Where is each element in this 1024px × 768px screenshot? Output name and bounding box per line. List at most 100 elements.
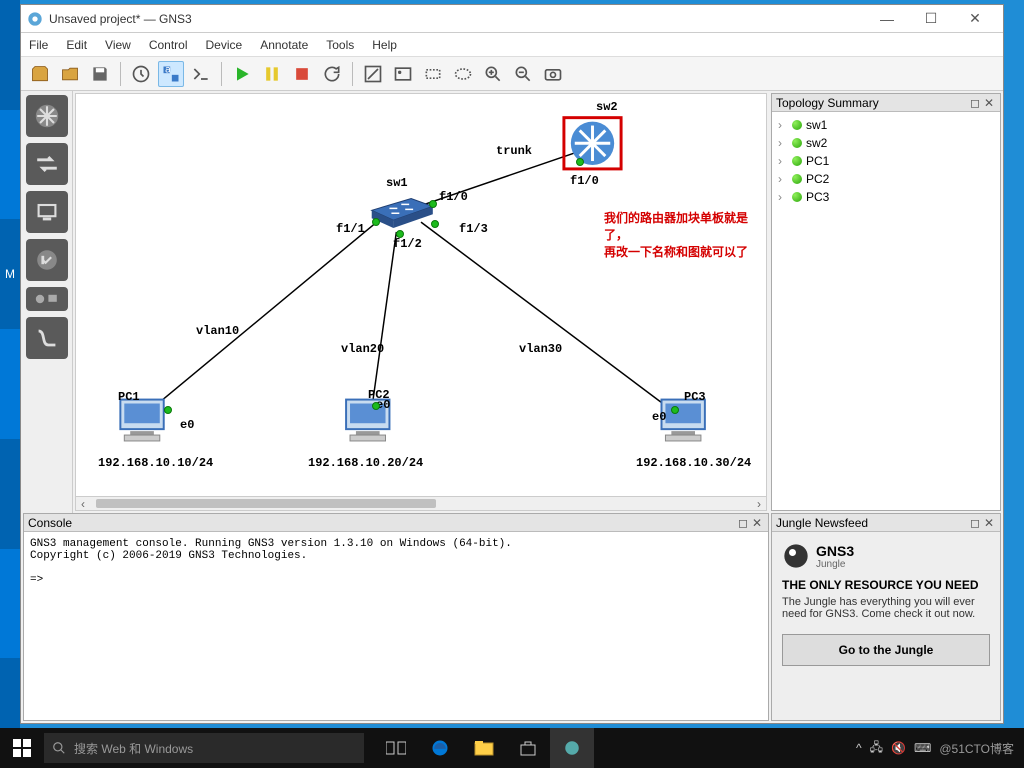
label-trunk: trunk: [496, 144, 532, 158]
tree-item-pc1[interactable]: ›PC1: [776, 152, 996, 170]
canvas-scrollbar-h[interactable]: ‹ ›: [76, 496, 766, 510]
taskbar: 搜索 Web 和 Windows ^ 🖧 🔇 ⌨ @51CTO博客: [0, 728, 1024, 768]
pc-icon: [120, 400, 163, 441]
edge-icon[interactable]: [418, 728, 462, 768]
tree-item-sw2[interactable]: ›sw2: [776, 134, 996, 152]
app-icon[interactable]: [550, 728, 594, 768]
label-pc1: PC1: [118, 390, 140, 404]
routers-category-icon[interactable]: [26, 95, 68, 137]
label-vlan10: vlan10: [196, 324, 239, 338]
annotate-icon[interactable]: [360, 61, 386, 87]
menu-edit[interactable]: Edit: [66, 38, 87, 52]
search-icon: [52, 741, 66, 755]
newsfeed-panel: Jungle Newsfeed ◻ ✕ GNS3 Jungle THE ONLY…: [771, 513, 1001, 721]
menu-annotate[interactable]: Annotate: [260, 38, 308, 52]
menubar: File Edit View Control Device Annotate T…: [21, 33, 1003, 57]
panel-close-icon[interactable]: ✕: [982, 96, 996, 110]
stop-icon[interactable]: [289, 61, 315, 87]
gns3-logo-icon: [782, 542, 810, 570]
security-category-icon[interactable]: [26, 239, 68, 281]
zoom-in-icon[interactable]: [480, 61, 506, 87]
console-panel: Console ◻ ✕ GNS3 management console. Run…: [23, 513, 769, 721]
toolbar: a: [21, 57, 1003, 91]
all-devices-icon[interactable]: [26, 287, 68, 311]
label-pc3: PC3: [684, 390, 706, 404]
start-button[interactable]: [0, 728, 44, 768]
show-labels-icon[interactable]: a: [158, 61, 184, 87]
pc-icon: [662, 400, 705, 441]
annotation-line1: 我们的路由器加块单板就是了，: [604, 210, 766, 244]
panel-close-icon[interactable]: ✕: [750, 516, 764, 530]
panel-close-icon[interactable]: ✕: [982, 516, 996, 530]
explorer-icon[interactable]: [462, 728, 506, 768]
device-toolbar: [21, 91, 73, 513]
tray-chevron-icon[interactable]: ^: [856, 741, 862, 755]
switches-category-icon[interactable]: [26, 143, 68, 185]
console-icon[interactable]: [188, 61, 214, 87]
label-e0-3: e0: [652, 410, 666, 424]
ellipse-icon[interactable]: [450, 61, 476, 87]
taskbar-search[interactable]: 搜索 Web 和 Windows: [44, 733, 364, 763]
zoom-out-icon[interactable]: [510, 61, 536, 87]
snapshot-icon[interactable]: [128, 61, 154, 87]
menu-control[interactable]: Control: [149, 38, 188, 52]
menu-tools[interactable]: Tools: [326, 38, 354, 52]
image-icon[interactable]: [390, 61, 416, 87]
tree-item-pc3[interactable]: ›PC3: [776, 188, 996, 206]
rectangle-icon[interactable]: [420, 61, 446, 87]
console-output[interactable]: GNS3 management console. Running GNS3 ve…: [24, 532, 768, 720]
label-f10b: f1/0: [570, 174, 599, 188]
tray-ime-icon[interactable]: ⌨: [914, 741, 931, 755]
play-icon[interactable]: [229, 61, 255, 87]
menu-file[interactable]: File: [29, 38, 48, 52]
screenshot-icon[interactable]: [540, 61, 566, 87]
panel-undock-icon[interactable]: ◻: [968, 96, 982, 110]
left-stripe-letter: M: [5, 267, 15, 281]
taskview-icon[interactable]: [374, 728, 418, 768]
label-ip1: 192.168.10.10/24: [98, 456, 213, 470]
topology-summary-panel: Topology Summary ◻ ✕ ›sw1 ›sw2 ›PC1 ›PC2…: [771, 93, 1001, 511]
menu-view[interactable]: View: [105, 38, 131, 52]
go-to-jungle-button[interactable]: Go to the Jungle: [782, 634, 990, 666]
label-sw2: sw2: [596, 100, 618, 114]
tray-volume-icon[interactable]: 🔇: [891, 741, 906, 755]
newsfeed-heading: THE ONLY RESOURCE YOU NEED: [782, 578, 990, 592]
svg-text:a: a: [165, 64, 171, 75]
app-window: Unsaved project* — GNS3 — ☐ ✕ File Edit …: [20, 4, 1004, 724]
pause-icon[interactable]: [259, 61, 285, 87]
reload-icon[interactable]: [319, 61, 345, 87]
panel-title: Topology Summary: [776, 96, 879, 110]
window-close-button[interactable]: ✕: [953, 8, 997, 30]
panel-title: Jungle Newsfeed: [776, 516, 868, 530]
app-logo-icon: [27, 11, 43, 27]
annotation-line2: 再改一下名称和图就可以了: [604, 244, 766, 261]
menu-help[interactable]: Help: [372, 38, 397, 52]
panel-undock-icon[interactable]: ◻: [736, 516, 750, 530]
window-minimize-button[interactable]: —: [865, 8, 909, 30]
watermark: @51CTO博客: [939, 740, 1014, 757]
label-f12: f1/2: [393, 237, 422, 251]
label-sw1: sw1: [386, 176, 408, 190]
panel-title: Console: [28, 516, 72, 530]
label-ip3: 192.168.10.30/24: [636, 456, 751, 470]
menu-device[interactable]: Device: [206, 38, 243, 52]
panel-undock-icon[interactable]: ◻: [968, 516, 982, 530]
window-title: Unsaved project* — GNS3: [49, 12, 865, 26]
label-ip2: 192.168.10.20/24: [308, 456, 423, 470]
open-project-icon[interactable]: [57, 61, 83, 87]
tree-item-sw1[interactable]: ›sw1: [776, 116, 996, 134]
topology-canvas[interactable]: sw1 sw2 trunk f1/0 f1/0 f1/1 f1/2 f1/3 v…: [75, 93, 767, 511]
enddevices-category-icon[interactable]: [26, 191, 68, 233]
new-project-icon[interactable]: [27, 61, 53, 87]
label-vlan30: vlan30: [519, 342, 562, 356]
store-icon[interactable]: [506, 728, 550, 768]
newsfeed-body: The Jungle has everything you will ever …: [782, 596, 990, 620]
save-icon[interactable]: [87, 61, 113, 87]
tray-network-icon[interactable]: 🖧: [870, 738, 883, 759]
titlebar: Unsaved project* — GNS3 — ☐ ✕: [21, 5, 1003, 33]
window-maximize-button[interactable]: ☐: [909, 8, 953, 30]
label-f10: f1/0: [439, 190, 468, 204]
link-tool-icon[interactable]: [26, 317, 68, 359]
tree-item-pc2[interactable]: ›PC2: [776, 170, 996, 188]
label-f13: f1/3: [459, 222, 488, 236]
